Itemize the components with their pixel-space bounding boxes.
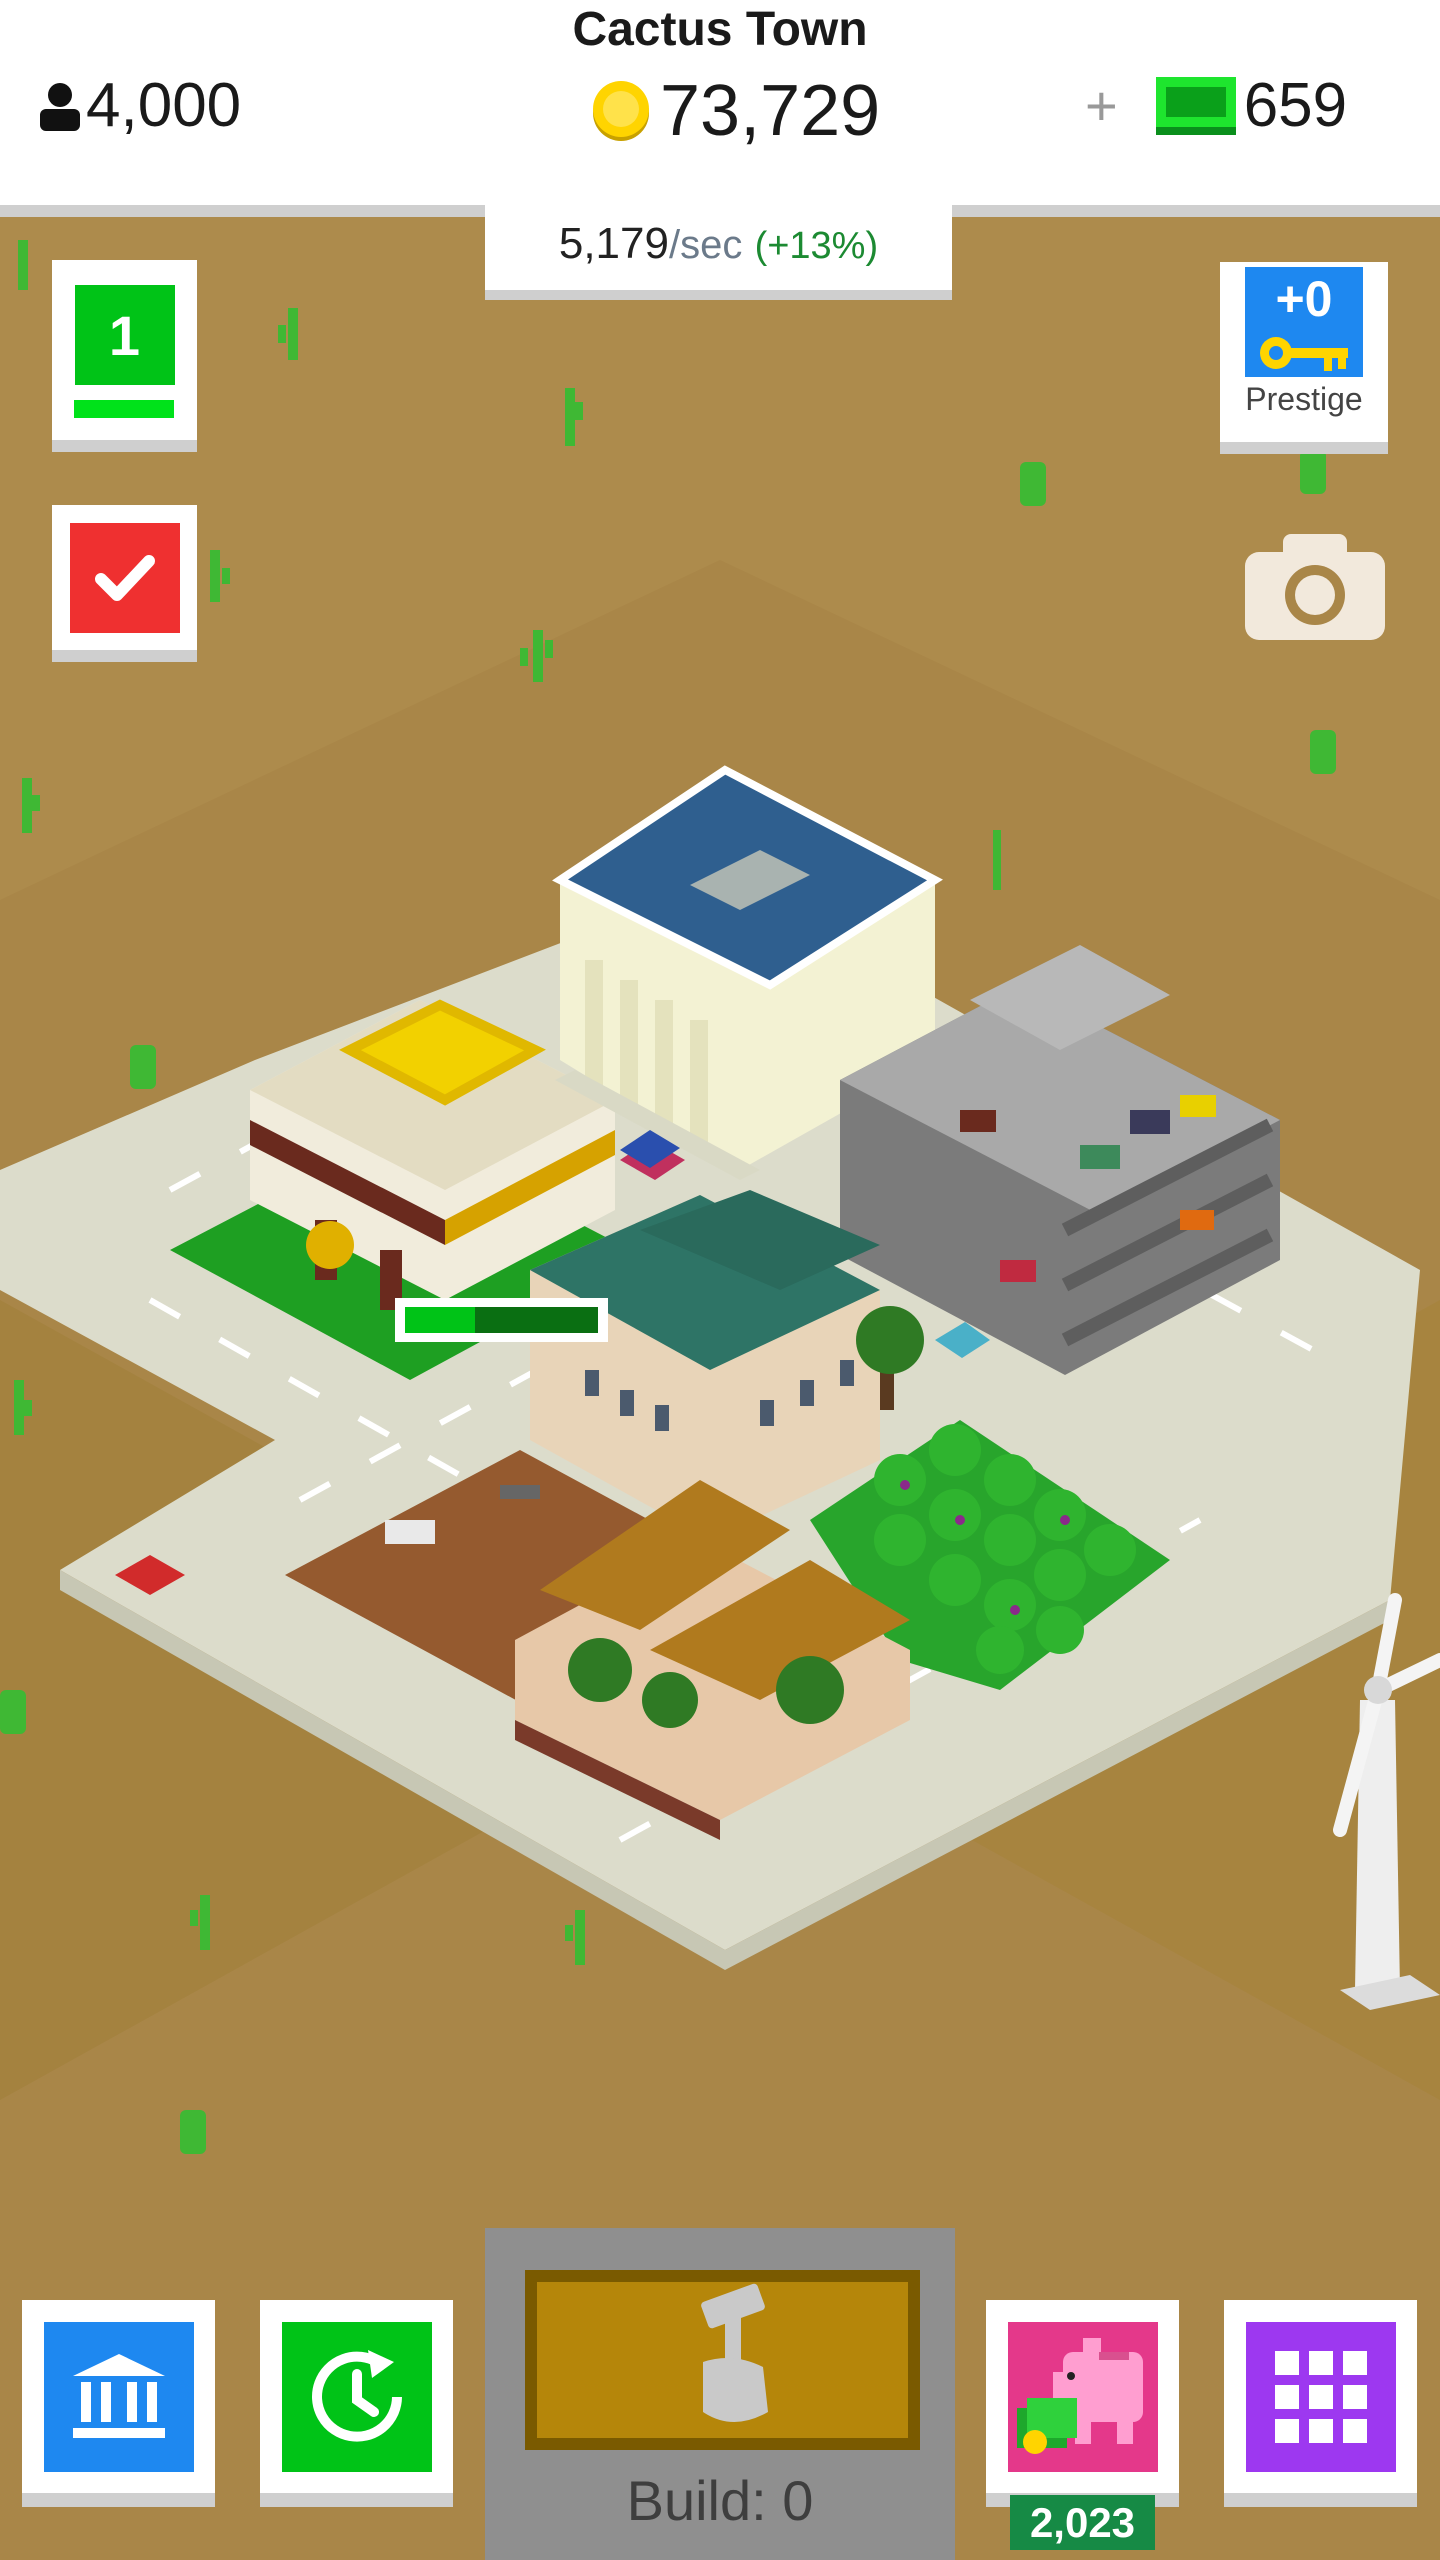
piggy-bank-button[interactable]	[986, 2300, 1179, 2493]
bank-icon	[72, 2353, 165, 2438]
population-counter: 4,000	[38, 70, 241, 141]
prestige-label: Prestige	[1245, 380, 1363, 417]
piggy-bank-count: 2,023	[1010, 2495, 1155, 2550]
prestige-value: +0	[1275, 270, 1333, 327]
build-progress-bar	[395, 1298, 608, 1342]
key-icon	[1260, 336, 1348, 371]
camera-icon[interactable]	[1245, 530, 1385, 640]
tasks-tile	[69, 522, 180, 633]
coin-value: 73,729	[660, 71, 881, 151]
level-badge: 1	[74, 285, 175, 385]
build-label: Build: 0	[626, 2469, 814, 2532]
top-bar: Cactus Town 4,000 73,729 + 659	[0, 0, 1440, 205]
cash-counter[interactable]: + 659	[1085, 70, 1347, 141]
build-button[interactable]	[525, 2270, 920, 2450]
grid-icon	[1274, 2350, 1367, 2443]
piggy-bank-tile	[1007, 2321, 1158, 2472]
menu-grid-button[interactable]	[1224, 2300, 1417, 2493]
menu-grid-tile	[1245, 2321, 1396, 2472]
rate-bonus: (+13%)	[754, 225, 879, 267]
population-value: 4,000	[86, 71, 242, 140]
hammer-hand-icon	[701, 2283, 768, 2422]
rate-unit: /sec	[668, 223, 743, 267]
build-progress-fill	[405, 1307, 475, 1333]
piggy-bank-icon	[1016, 2337, 1143, 2454]
time-warp-tile	[281, 2321, 432, 2472]
prestige-tile: +0	[1245, 266, 1363, 377]
coin-icon	[593, 81, 649, 141]
cash-value: 659	[1243, 71, 1348, 140]
town-name: Cactus Town	[572, 3, 868, 56]
checkmark-icon	[94, 554, 155, 601]
prestige-button[interactable]: +0 Prestige	[1220, 262, 1388, 442]
build-panel: Build: 0	[485, 2228, 955, 2560]
tasks-button[interactable]	[52, 505, 197, 650]
bank-button[interactable]	[22, 2300, 215, 2493]
clock-refresh-icon	[311, 2349, 402, 2442]
person-icon	[40, 82, 80, 131]
add-cash-button[interactable]: +	[1085, 73, 1118, 138]
income-rate: 5,179/sec (+13%)	[485, 205, 952, 290]
level-button[interactable]: 1	[52, 260, 197, 440]
cash-icon	[1155, 76, 1236, 135]
bank-tile	[43, 2321, 194, 2472]
coin-counter: 73,729	[590, 70, 880, 152]
rate-value: 5,179	[558, 219, 669, 268]
time-warp-button[interactable]	[260, 2300, 453, 2493]
level-progress	[74, 400, 174, 418]
